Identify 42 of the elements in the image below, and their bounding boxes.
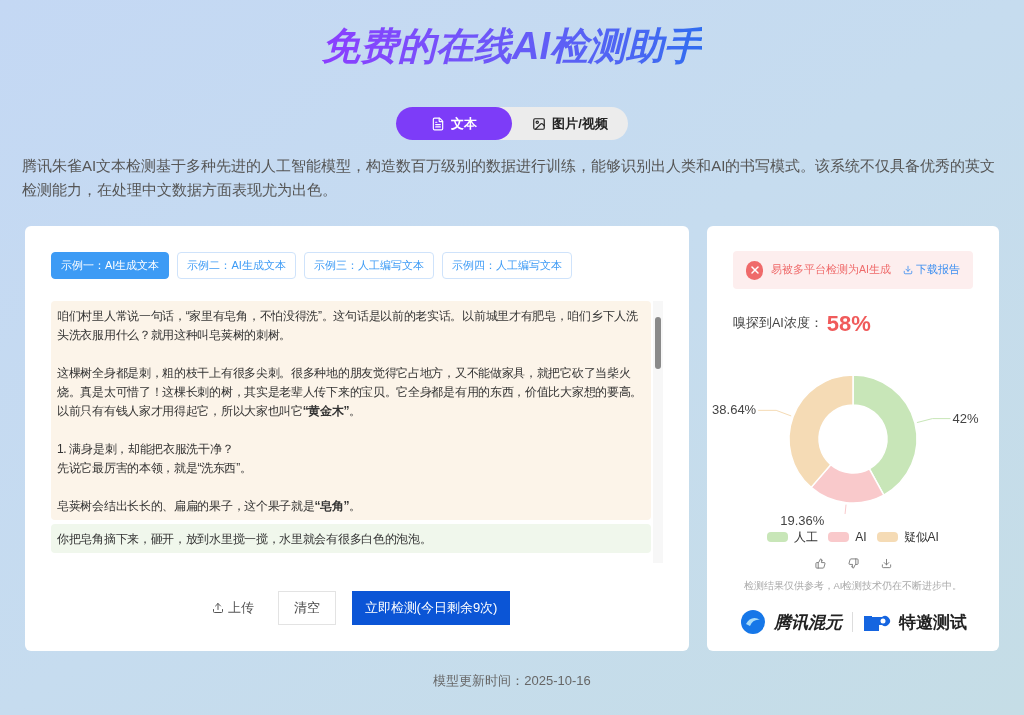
ratio-value: 58% bbox=[826, 310, 871, 338]
error-icon bbox=[746, 260, 764, 280]
legend-label: AI bbox=[855, 529, 867, 546]
text-line: 先说它最厉害的本领，就是“洗东西”。 bbox=[57, 460, 253, 477]
document-icon bbox=[431, 116, 445, 131]
brand-name: 特邀测试 bbox=[898, 611, 967, 634]
text-line: 咱们村里人常说一句话，“家里有皂角，不怕没得洗”。这句话是以前的老实话。以前城里才有肥皂，咱们乡下人洗头洗衣服用什么？就用这种叫皂荚树的刺树。 bbox=[57, 308, 639, 344]
ratio-label: 嗅探到AI浓度： bbox=[733, 315, 823, 333]
thumbs-down-icon[interactable] bbox=[847, 558, 859, 569]
text-line: 皂荚树会结出长长的、扁扁的果子，这个果子就是“皂角”。 bbox=[57, 498, 362, 515]
logo-icon bbox=[739, 609, 766, 636]
brand-name: 腾讯混元 bbox=[773, 611, 842, 634]
data-label: 38.64% bbox=[712, 401, 757, 420]
legend-label: 人工 bbox=[794, 529, 819, 546]
mode-tab[interactable]: 文本 bbox=[396, 107, 512, 140]
update-time: 模型更新时间：2025-10-16 bbox=[433, 672, 591, 690]
image-icon bbox=[532, 116, 547, 131]
data-label: 42% bbox=[952, 409, 979, 428]
example-button[interactable]: 示例二：AI生成文本 bbox=[177, 252, 296, 279]
example-button[interactable]: 示例一：AI生成文本 bbox=[51, 252, 170, 279]
example-button[interactable]: 示例三：人工编写文本 bbox=[303, 252, 434, 279]
alert-text: 易被多平台检测为AI生成 bbox=[771, 262, 891, 278]
download-icon bbox=[903, 265, 913, 275]
upload-icon bbox=[212, 602, 224, 614]
example-button[interactable]: 示例四：人工编写文本 bbox=[441, 252, 572, 279]
detect-button[interactable]: 立即检测(今日剩余9次) bbox=[352, 591, 510, 625]
upload-button[interactable]: 上传 bbox=[204, 598, 262, 618]
disclaimer: 检测结果仅供参考，AI检测技术仍在不断进步中。 bbox=[743, 579, 963, 593]
leader-line bbox=[916, 418, 951, 424]
legend-label: 疑似AI bbox=[903, 529, 939, 546]
scrollbar[interactable] bbox=[653, 301, 663, 563]
download-icon[interactable] bbox=[880, 558, 892, 569]
leader-line bbox=[757, 409, 792, 417]
text-line: 1. 满身是刺，却能把衣服洗干净？ bbox=[57, 441, 235, 458]
mode-tab[interactable]: 图片/视频 bbox=[512, 107, 628, 140]
clear-button[interactable]: 清空 bbox=[278, 591, 336, 625]
download-report-link[interactable]: 下载报告 bbox=[903, 262, 960, 278]
thumbs-up-icon[interactable] bbox=[814, 558, 826, 569]
data-label: 19.36% bbox=[780, 511, 825, 530]
description: 腾讯朱雀AI文本检测基于多种先进的人工智能模型，构造数百万级别的数据进行训练，能够识别出人类和AI的书写模式。该系统不仅具备优秀的英文检测能力，在处理中文数据方面表现尤为出色。 bbox=[22, 156, 997, 200]
text-line: 这棵树全身都是刺，粗的枝干上有很多尖刺。很多种地的朋友觉得它占地方，又不能做家具，就把它砍了当柴火烧。真是太可惜了！这棵长刺的树，其实是老辈人传下来的宝贝。它全身都是有用的东西，价值比大家想的要高。以前只有有钱人家才用得起它，所以大家也叫它“黄金木”。 bbox=[57, 365, 643, 420]
text-line: 你把皂角摘下来，砸开，放到水里搅一搅，水里就会有很多白色的泡泡。 bbox=[57, 531, 433, 548]
